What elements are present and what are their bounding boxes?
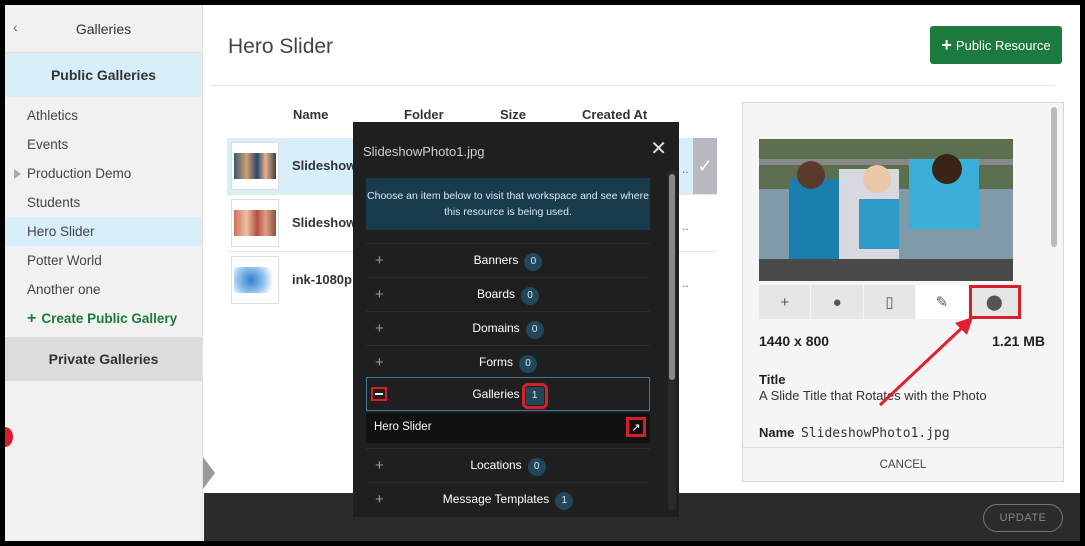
plus-icon: +	[941, 34, 952, 55]
gallery-list: Athletics Events Production Demo Student…	[5, 97, 202, 333]
sidebar-item-potter-world[interactable]: Potter World	[5, 246, 202, 275]
count-badge: 1	[521, 383, 548, 409]
sidebar-item-students[interactable]: Students	[5, 188, 202, 217]
file-size: 1.21 MB	[992, 333, 1045, 349]
page-title: Hero Slider	[228, 35, 334, 58]
row-trail: ..	[682, 219, 689, 233]
usage-row-label: Galleries	[472, 387, 520, 401]
modal-scrollbar[interactable]	[669, 174, 675, 380]
close-icon[interactable]: ✕	[650, 136, 667, 161]
sidebar-item-label: Students	[27, 195, 81, 210]
thumbnail-image	[234, 267, 276, 293]
thumbnail	[231, 199, 279, 247]
sidebar-item-label: Hero Slider	[27, 224, 95, 239]
count-badge: 0	[519, 355, 537, 373]
app-window: ‹ Galleries Public Galleries Athletics E…	[0, 0, 1085, 546]
create-public-gallery-link[interactable]: + Create Public Gallery	[5, 304, 202, 333]
usage-row-label: Locations	[470, 458, 522, 472]
usage-row-domains[interactable]: + Domains 0	[366, 311, 650, 345]
count-badge: 0	[524, 253, 543, 271]
sidebar-item-hero-slider[interactable]: Hero Slider	[5, 217, 202, 246]
update-button[interactable]: UPDATE	[983, 504, 1063, 532]
chevron-left-icon[interactable]: ‹	[13, 19, 18, 35]
cancel-button[interactable]: CANCEL	[743, 447, 1063, 481]
sidebar-item-label: Potter World	[27, 253, 102, 268]
usage-row-galleries[interactable]: Galleries 1	[366, 377, 650, 411]
image-dimensions: 1440 x 800	[759, 333, 830, 349]
sidebar-item-label: Events	[27, 137, 69, 152]
modal-title: SlideshowPhoto1.jpg	[363, 144, 485, 159]
thumbnail-image	[234, 153, 276, 179]
name-value: SlideshowPhoto1.jpg	[801, 426, 950, 441]
create-gallery-label: Create Public Gallery	[41, 311, 178, 326]
title-label: Title	[759, 372, 786, 387]
usage-row-boards[interactable]: + Boards 0	[366, 277, 650, 311]
row-trail: ..	[682, 162, 689, 176]
usage-row-locations[interactable]: + Locations 0	[366, 448, 650, 482]
plus-icon: +	[27, 309, 37, 327]
usage-row-label: Message Templates	[442, 492, 550, 506]
expand-triangle-icon[interactable]	[14, 169, 21, 179]
usage-row-message-templates[interactable]: + Message Templates 1	[366, 482, 650, 516]
sidebar-header: ‹ Galleries	[5, 5, 202, 53]
usage-modal: SlideshowPhoto1.jpg ✕ Choose an item bel…	[353, 122, 679, 517]
usage-row-label: Boards	[476, 287, 516, 301]
sidebar-item-another-one[interactable]: Another one	[5, 275, 202, 304]
sidebar-item-label: Athletics	[27, 108, 79, 123]
usage-row-label: Domains	[472, 321, 520, 335]
usage-row-label: Banners	[473, 253, 519, 267]
pencil-icon[interactable]: ✎	[916, 285, 969, 319]
title-value: A Slide Title that Rotates with the Phot…	[759, 388, 987, 403]
preview-photo	[759, 139, 1013, 281]
sidebar-item-label: Another one	[27, 282, 101, 297]
thumbnail	[231, 142, 279, 190]
divider	[210, 85, 1055, 86]
count-badge: 1	[555, 492, 574, 510]
plus-icon[interactable]: +	[759, 285, 812, 319]
image-toolbar: + ● ▯ ✎ ⬤	[759, 285, 1022, 319]
notification-dot	[5, 427, 13, 447]
usage-row-label: Forms	[479, 355, 513, 369]
add-public-resource-button[interactable]: + Public Resource	[930, 26, 1062, 64]
thumbnail	[231, 256, 279, 304]
usage-row-forms[interactable]: + Forms 0	[366, 345, 650, 379]
panel-scrollbar[interactable]	[1051, 107, 1057, 247]
modal-info: Choose an item below to visit that works…	[366, 178, 650, 230]
sidebar-item-events[interactable]: Events	[5, 130, 202, 159]
row-trail: ..	[682, 276, 689, 290]
name-label: Name	[759, 425, 795, 440]
sidebar: ‹ Galleries Public Galleries Athletics E…	[5, 5, 203, 541]
sidebar-item-athletics[interactable]: Athletics	[5, 101, 202, 130]
row-name: Slideshow	[292, 215, 357, 230]
subitem-label: Hero Slider	[374, 421, 432, 433]
sidebar-item-label: Production Demo	[27, 166, 132, 181]
sidebar-title: Galleries	[75, 20, 132, 37]
private-galleries-section[interactable]: Private Galleries	[5, 337, 202, 381]
count-badge: 0	[521, 287, 540, 305]
usage-row-banners[interactable]: + Banners 0	[366, 243, 650, 277]
public-galleries-section[interactable]: Public Galleries	[5, 53, 202, 97]
resource-preview-image	[759, 139, 1013, 281]
usage-subitem-hero-slider[interactable]: Hero Slider ↗	[366, 413, 650, 443]
checkmark-icon[interactable]: ✓	[693, 138, 717, 194]
row-name: ink-1080p	[292, 272, 352, 287]
count-badge: 0	[525, 321, 544, 339]
external-link-icon[interactable]: ↗	[626, 417, 646, 437]
location-pin-icon[interactable]: ⬤	[968, 285, 1022, 319]
column-header-name[interactable]: Name	[293, 107, 328, 129]
minus-circle-icon[interactable]: ●	[811, 285, 864, 319]
resource-detail-panel: + ● ▯ ✎ ⬤ 1440 x 800 1.21 MB Title A Sli…	[742, 102, 1064, 482]
row-name: Slideshow	[292, 158, 357, 173]
public-resource-label: Public Resource	[955, 37, 1051, 53]
count-badge: 0	[527, 458, 546, 476]
thumbnail-image	[234, 210, 276, 236]
trash-icon[interactable]: ▯	[863, 285, 917, 319]
sidebar-item-production-demo[interactable]: Production Demo	[5, 159, 202, 188]
